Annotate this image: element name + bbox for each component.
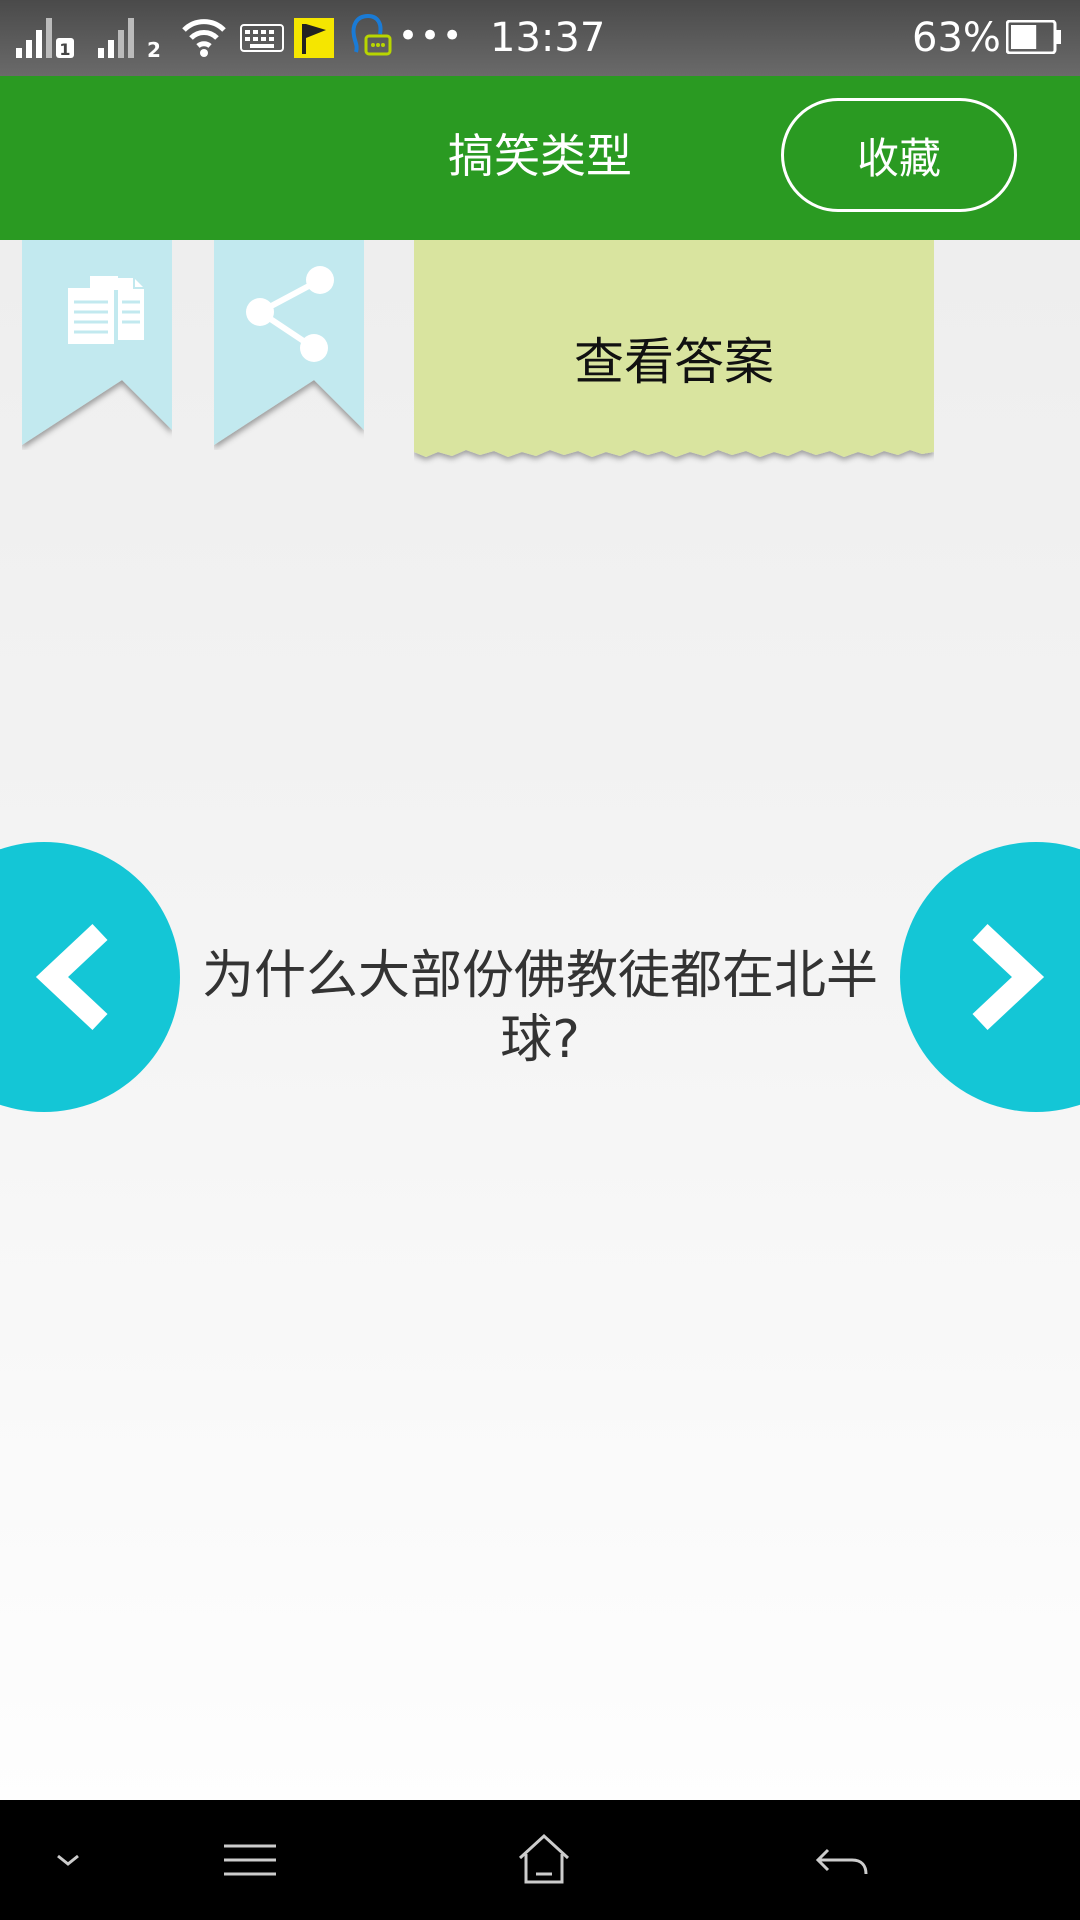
page-title: 搞笑类型 (448, 129, 632, 183)
sim1-label: 1 (59, 40, 70, 58)
screen: 1 2 ••• 13:37 63% 搞笑类型 收藏 查看答案 为什么大部份佛教徒… (0, 0, 1080, 1920)
favorite-button[interactable]: 收藏 (781, 98, 1017, 212)
previous-button[interactable] (0, 842, 180, 1112)
chevron-down-icon[interactable] (48, 1830, 88, 1890)
signal-sim2-icon: 2 (98, 18, 161, 58)
clock: 13:37 (490, 15, 606, 61)
battery-fill (1011, 25, 1037, 49)
view-answer-button[interactable]: 查看答案 (414, 240, 934, 470)
app-header: 搞笑类型 收藏 (0, 76, 1080, 240)
view-answer-label: 查看答案 (574, 333, 774, 391)
chevron-right-icon (972, 923, 1045, 1031)
system-nav-bar (0, 1800, 1080, 1920)
more-icon: ••• (398, 16, 465, 56)
keyboard-icon (240, 24, 284, 52)
signal-sim1-icon: 1 (16, 18, 74, 58)
chevron-left-icon (35, 923, 108, 1031)
share-button[interactable] (214, 240, 364, 450)
status-bar: 1 2 ••• 13:37 63% (0, 0, 1080, 76)
copy-button[interactable] (22, 240, 172, 450)
back-icon[interactable] (812, 1830, 872, 1890)
chat-icon (351, 14, 392, 56)
menu-icon[interactable] (220, 1830, 280, 1890)
next-button[interactable] (900, 842, 1080, 1112)
flag-icon (294, 18, 334, 58)
battery-percent: 63% (912, 15, 1001, 61)
question-text: 为什么大部份佛教徒都在北半球? (201, 946, 878, 1070)
battery-icon (1006, 20, 1061, 54)
wifi-icon (182, 19, 226, 57)
sim2-label: 2 (147, 38, 161, 58)
home-icon[interactable] (514, 1830, 574, 1890)
